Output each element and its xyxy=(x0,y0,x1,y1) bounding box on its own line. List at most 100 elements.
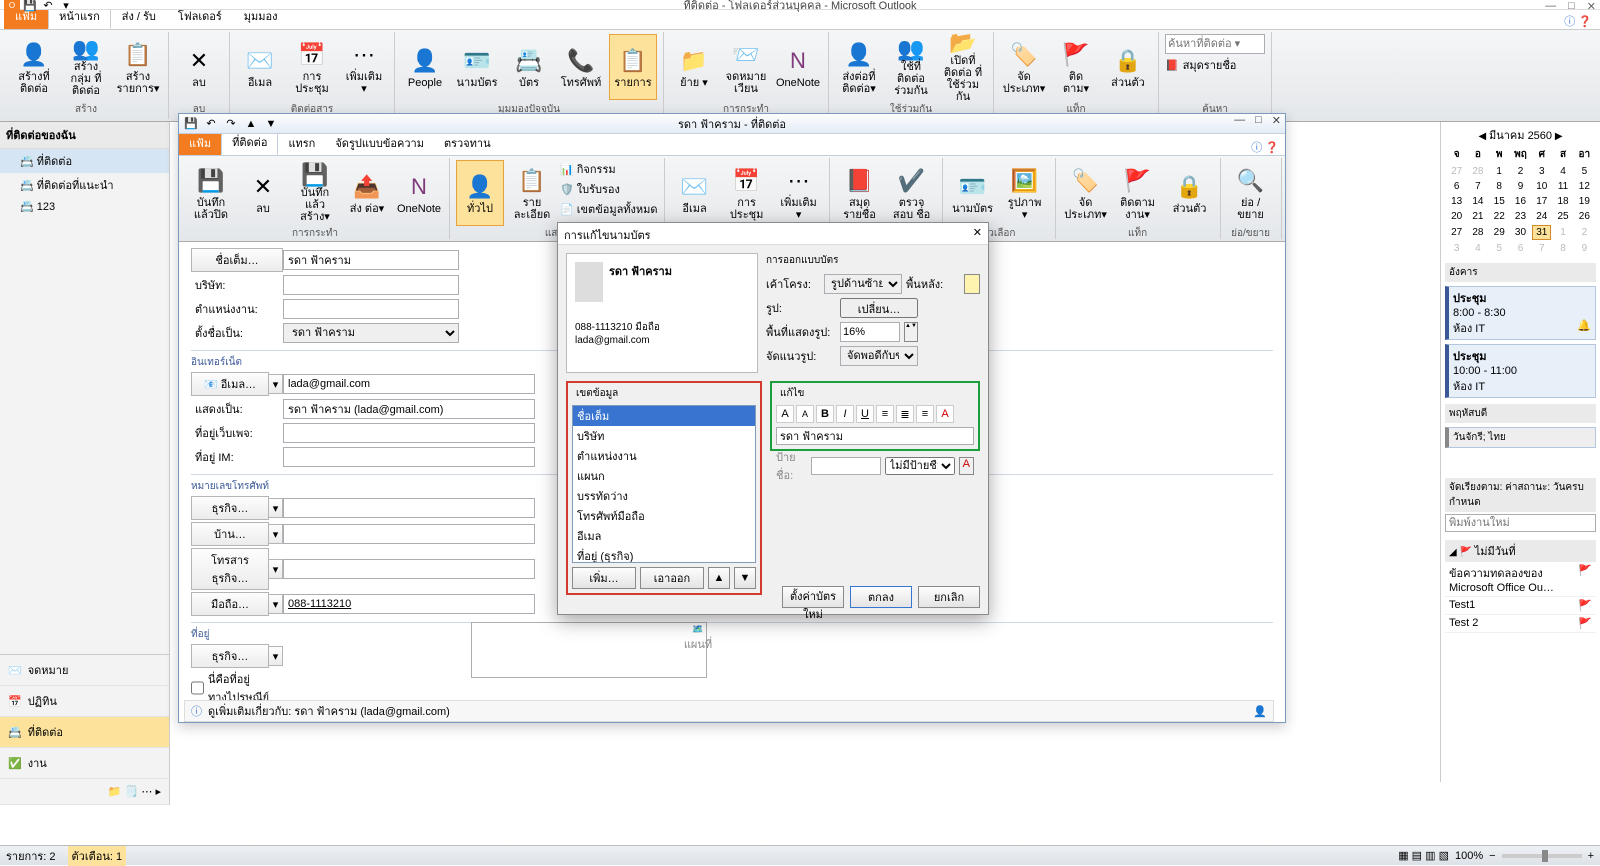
field-list-item[interactable]: แผนก xyxy=(573,466,755,486)
field-list-item[interactable]: ชื่อเต็ม xyxy=(573,406,755,426)
label-input[interactable] xyxy=(811,457,881,475)
align-center-icon[interactable]: ≣ xyxy=(896,405,914,423)
chevron-down-icon[interactable]: ▾ xyxy=(269,559,283,579)
field-list-item[interactable]: ที่อยู่ (ธุรกิจ) xyxy=(573,546,755,563)
font-color-icon[interactable]: A xyxy=(936,405,954,423)
phone3-button[interactable]: โทรสารธุรกิจ… xyxy=(191,548,269,590)
minimize-icon[interactable]: — xyxy=(1234,114,1245,127)
holiday-item[interactable]: วันจักรี; ไทย xyxy=(1445,427,1596,448)
displayas-input[interactable] xyxy=(283,399,535,419)
bizcard-button[interactable]: 🪪นามบัตร xyxy=(949,160,997,226)
move-button[interactable]: 📁ย้าย ▾ xyxy=(670,34,718,100)
fullname-input[interactable] xyxy=(283,250,459,270)
phone4-input[interactable] xyxy=(283,594,535,614)
task-group-nodate[interactable]: ◢ 🚩 ไม่มีวันที่ xyxy=(1445,540,1596,562)
followup-button[interactable]: 🚩ติด ตาม▾ xyxy=(1052,34,1100,100)
dialog-close-icon[interactable]: ✕ xyxy=(973,226,982,241)
calendar-grid[interactable]: จอพพฤศสอา2728123456789101112131415161718… xyxy=(1445,144,1596,257)
nav-shortcuts[interactable]: 📁 🗒️ ⋯ ▸ xyxy=(0,779,169,805)
categorize-button[interactable]: 🏷️จัด ประเภท▾ xyxy=(1062,160,1110,226)
cancel-button[interactable]: ยกเลิก xyxy=(918,586,980,608)
email-type-button[interactable]: 📧 อีเมล… xyxy=(191,372,269,396)
font-grow-icon[interactable]: A xyxy=(776,405,794,423)
add-field-button[interactable]: เพิ่ม… xyxy=(572,567,636,589)
phone4-button[interactable]: มือถือ… xyxy=(191,592,269,616)
task-item[interactable]: Test 2🚩 xyxy=(1445,615,1596,633)
card2-view-button[interactable]: 📇บัตร xyxy=(505,34,553,100)
checknames-button[interactable]: ✔️ตรวจสอบ ชื่อ xyxy=(888,160,936,226)
activities-button[interactable]: 📊 กิจกรรม xyxy=(560,160,658,178)
new-task-input[interactable] xyxy=(1445,514,1596,532)
field-list-item[interactable]: ตำแหน่งงาน xyxy=(573,446,755,466)
remove-field-button[interactable]: เอาออก xyxy=(640,567,704,589)
zoom-in-icon[interactable]: + xyxy=(1588,850,1594,862)
chevron-down-icon[interactable]: ▾ xyxy=(269,498,283,518)
mailmerge-button[interactable]: 📨จดหมาย เวียน xyxy=(722,34,770,100)
qat-save-icon[interactable]: 💾 xyxy=(22,0,38,10)
edit-value-input[interactable] xyxy=(776,427,974,445)
picture-button[interactable]: 🖼️รูปภาพ ▾ xyxy=(1001,160,1049,226)
task-item[interactable]: Test1🚩 xyxy=(1445,597,1596,615)
zoom-slider[interactable] xyxy=(1502,854,1582,858)
nav-item-123[interactable]: 📇 123 xyxy=(0,197,169,216)
flag-icon[interactable]: 🚩 xyxy=(1578,599,1592,612)
categorize-button[interactable]: 🏷️จัด ประเภท▾ xyxy=(1000,34,1048,100)
fileas-select[interactable]: รดา ฟ้าคราม xyxy=(283,323,459,343)
email-button[interactable]: ✉️อีเมล xyxy=(671,160,719,226)
undo-icon[interactable]: ↶ xyxy=(203,119,219,129)
redo-icon[interactable]: ↷ xyxy=(223,119,239,129)
card-view-button[interactable]: 🪪นามบัตร xyxy=(453,34,501,100)
forward-button[interactable]: 👤ส่งต่อที่ ติดต่อ▾ xyxy=(835,34,883,100)
save-icon[interactable]: 💾 xyxy=(183,119,199,129)
search-contacts-input[interactable] xyxy=(1165,34,1265,54)
jobtitle-input[interactable] xyxy=(283,299,459,319)
qat-undo-icon[interactable]: ↶ xyxy=(40,0,56,10)
addr-button[interactable]: ธุรกิจ… xyxy=(191,644,269,668)
task-item[interactable]: ข้อความทดลองของ Microsoft Office Ou…🚩 xyxy=(1445,562,1596,597)
bg-color-button[interactable] xyxy=(964,274,980,294)
people-view-button[interactable]: 👤People xyxy=(401,34,449,100)
nav-header[interactable]: ที่ติดต่อของฉัน xyxy=(0,122,169,149)
chevron-down-icon[interactable]: ▾ xyxy=(269,594,283,614)
email-dd-icon[interactable]: ▾ xyxy=(269,374,283,394)
new-items-button[interactable]: 📋สร้าง รายการ▾ xyxy=(114,34,162,100)
nav-calendar[interactable]: 📅ปฏิทิน xyxy=(0,686,169,717)
onenote-button[interactable]: NOneNote xyxy=(395,160,443,226)
change-image-button[interactable]: เปลี่ยน… xyxy=(840,298,918,318)
onenote-button[interactable]: NOneNote xyxy=(774,34,822,100)
qat-more-icon[interactable]: ▾ xyxy=(58,0,74,10)
email-button[interactable]: ✉️อีเมล xyxy=(236,34,284,100)
move-down-button[interactable]: ▼ xyxy=(734,567,756,589)
private-button[interactable]: 🔒ส่วนตัว xyxy=(1166,160,1214,226)
phone-view-button[interactable]: 📞โทรศัพท์ xyxy=(557,34,605,100)
people-pane-infobar[interactable]: ⓘ ดูเพิ่มเติมเกี่ยวกับ: รดา ฟ้าคราม (lad… xyxy=(184,700,1274,722)
ctab-review[interactable]: ตรวจทาน xyxy=(434,131,501,155)
phone1-input[interactable] xyxy=(283,498,535,518)
task-sort-header[interactable]: จัดเรียงตาม: ค่าสถานะ: วันครบกำหนด xyxy=(1445,478,1596,512)
zoom-out-icon[interactable]: − xyxy=(1489,850,1495,862)
openshared-button[interactable]: 📂เปิดที่ติดต่อ ที่ใช้ร่วมกัน xyxy=(939,34,987,100)
label-color-icon[interactable]: A xyxy=(959,457,974,475)
prev-icon[interactable]: ▲ xyxy=(243,119,259,129)
phone2-input[interactable] xyxy=(283,524,535,544)
appointment-item[interactable]: ประชุม8:00 - 8:30ห้อง IT 🔔 xyxy=(1445,286,1596,340)
label-position-select[interactable]: ไม่มีป้ายชื่อ xyxy=(885,457,955,475)
ok-button[interactable]: ตกลง xyxy=(850,586,912,608)
addressbook-button[interactable]: 📕สมุด รายชื่อ xyxy=(836,160,884,226)
forward-button[interactable]: 📤ส่ง ต่อ▾ xyxy=(343,160,391,226)
general-button[interactable]: 👤ทั่วไป xyxy=(456,160,504,226)
nav-tasks[interactable]: ✅งาน xyxy=(0,748,169,779)
fields-listbox[interactable]: ชื่อเต็มบริษัทตำแหน่งงานแผนกบรรทัดว่างโท… xyxy=(572,405,756,563)
bold-icon[interactable]: B xyxy=(816,405,834,423)
certs-button[interactable]: 🛡️ ใบรับรอง xyxy=(560,180,658,198)
meeting-button[interactable]: 📅การ ประชุม xyxy=(288,34,336,100)
more-button[interactable]: ⋯เพิ่มเติม ▾ xyxy=(340,34,388,100)
font-shrink-icon[interactable]: A xyxy=(796,405,814,423)
chevron-down-icon[interactable]: ▾ xyxy=(269,524,283,544)
align-right-icon[interactable]: ≡ xyxy=(916,405,934,423)
imgarea-spinner[interactable] xyxy=(840,322,900,342)
nav-mail[interactable]: ✉️จดหมาย xyxy=(0,655,169,686)
view-buttons[interactable]: ▦ ▤ ▥ ▧ xyxy=(1398,849,1449,862)
map-button[interactable]: 🗺️แผนที่ xyxy=(679,624,717,668)
month-title[interactable]: มีนาคม 2560 xyxy=(1489,130,1552,142)
